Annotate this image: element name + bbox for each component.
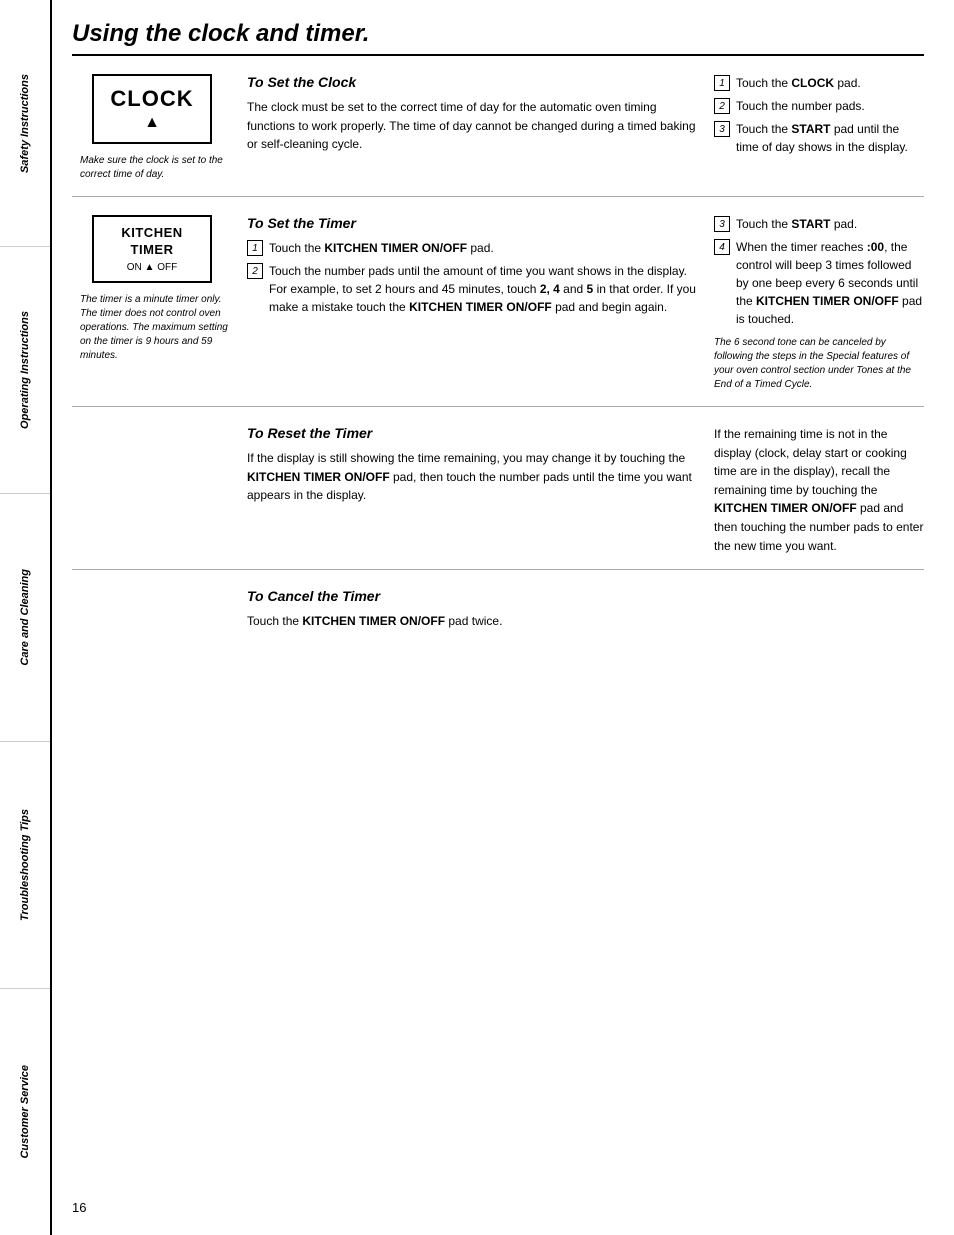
- timer-image-area: KITCHEN TIMER ON ▲ OFF The timer is a mi…: [72, 215, 247, 392]
- main-content: Using the clock and timer. CLOCK ▲ Make …: [52, 0, 954, 1235]
- reset-content: To Reset the Timer If the display is sti…: [247, 425, 924, 555]
- timer-button-graphic: KITCHEN TIMER ON ▲ OFF: [92, 215, 212, 283]
- reset-middle: To Reset the Timer If the display is sti…: [247, 425, 698, 555]
- timer-middle: To Set the Timer 1 Touch the KITCHEN TIM…: [247, 215, 698, 392]
- timer-button-sub: ON ▲ OFF: [104, 262, 200, 273]
- clock-step-3: 3 Touch the START pad until the time of …: [714, 120, 924, 156]
- sidebar-label-customer: Customer Service: [19, 1065, 31, 1159]
- timer-section: KITCHEN TIMER ON ▲ OFF The timer is a mi…: [72, 197, 924, 407]
- timer-content: To Set the Timer 1 Touch the KITCHEN TIM…: [247, 215, 924, 392]
- clock-button-arrow: ▲: [110, 114, 194, 132]
- clock-middle: To Set the Clock The clock must be set t…: [247, 74, 698, 182]
- sidebar-label-care: Care and Cleaning: [19, 569, 31, 666]
- sidebar-section-operating: Operating Instructions: [0, 247, 50, 494]
- reset-right: If the remaining time is not in the disp…: [714, 425, 924, 555]
- clock-section: CLOCK ▲ Make sure the clock is set to th…: [72, 56, 924, 197]
- page-number: 16: [72, 1200, 924, 1215]
- sidebar-section-safety: Safety Instructions: [0, 0, 50, 247]
- reset-section: To Reset the Timer If the display is sti…: [72, 407, 924, 570]
- clock-heading: To Set the Clock: [247, 74, 698, 90]
- timer-step-1: 1 Touch the KITCHEN TIMER ON/OFF pad.: [247, 239, 698, 257]
- timer-heading: To Set the Timer: [247, 215, 698, 231]
- timer-step-2: 2 Touch the number pads until the amount…: [247, 262, 698, 316]
- reset-right-text: If the remaining time is not in the disp…: [714, 425, 924, 555]
- clock-image-caption: Make sure the clock is set to the correc…: [80, 154, 237, 182]
- timer-button-label: KITCHEN TIMER: [104, 225, 200, 259]
- clock-step-1: 1 Touch the CLOCK pad.: [714, 74, 924, 92]
- timer-step-4: 4 When the timer reaches :00, the contro…: [714, 238, 924, 328]
- sidebar: Safety Instructions Operating Instructio…: [0, 0, 52, 1235]
- timer-right: 3 Touch the START pad. 4 When the timer …: [714, 215, 924, 392]
- clock-body: The clock must be set to the correct tim…: [247, 98, 698, 154]
- cancel-heading: To Cancel the Timer: [247, 588, 924, 604]
- clock-content: To Set the Clock The clock must be set t…: [247, 74, 924, 182]
- reset-left-text: If the display is still showing the time…: [247, 449, 698, 505]
- sidebar-label-operating: Operating Instructions: [19, 311, 31, 429]
- timer-note: The 6 second tone can be canceled by fol…: [714, 336, 924, 392]
- cancel-image-area: [72, 588, 247, 631]
- cancel-text: Touch the KITCHEN TIMER ON/OFF pad twice…: [247, 612, 924, 631]
- clock-image-area: CLOCK ▲ Make sure the clock is set to th…: [72, 74, 247, 182]
- timer-step-3: 3 Touch the START pad.: [714, 215, 924, 233]
- clock-step-2: 2 Touch the number pads.: [714, 97, 924, 115]
- clock-button-label: CLOCK: [110, 86, 194, 112]
- sidebar-section-customer: Customer Service: [0, 989, 50, 1235]
- sidebar-label-troubleshooting: Troubleshooting Tips: [19, 809, 31, 921]
- sidebar-label-safety: Safety Instructions: [19, 74, 31, 173]
- page-title: Using the clock and timer.: [72, 20, 924, 48]
- cancel-content: To Cancel the Timer Touch the KITCHEN TI…: [247, 588, 924, 631]
- cancel-section: To Cancel the Timer Touch the KITCHEN TI…: [72, 570, 924, 645]
- clock-steps: 1 Touch the CLOCK pad. 2 Touch the numbe…: [714, 74, 924, 182]
- sidebar-section-care: Care and Cleaning: [0, 494, 50, 741]
- reset-image-area: [72, 425, 247, 555]
- timer-image-caption: The timer is a minute timer only.The tim…: [80, 293, 237, 363]
- clock-button-graphic: CLOCK ▲: [92, 74, 212, 144]
- sidebar-section-troubleshooting: Troubleshooting Tips: [0, 742, 50, 989]
- reset-heading: To Reset the Timer: [247, 425, 698, 441]
